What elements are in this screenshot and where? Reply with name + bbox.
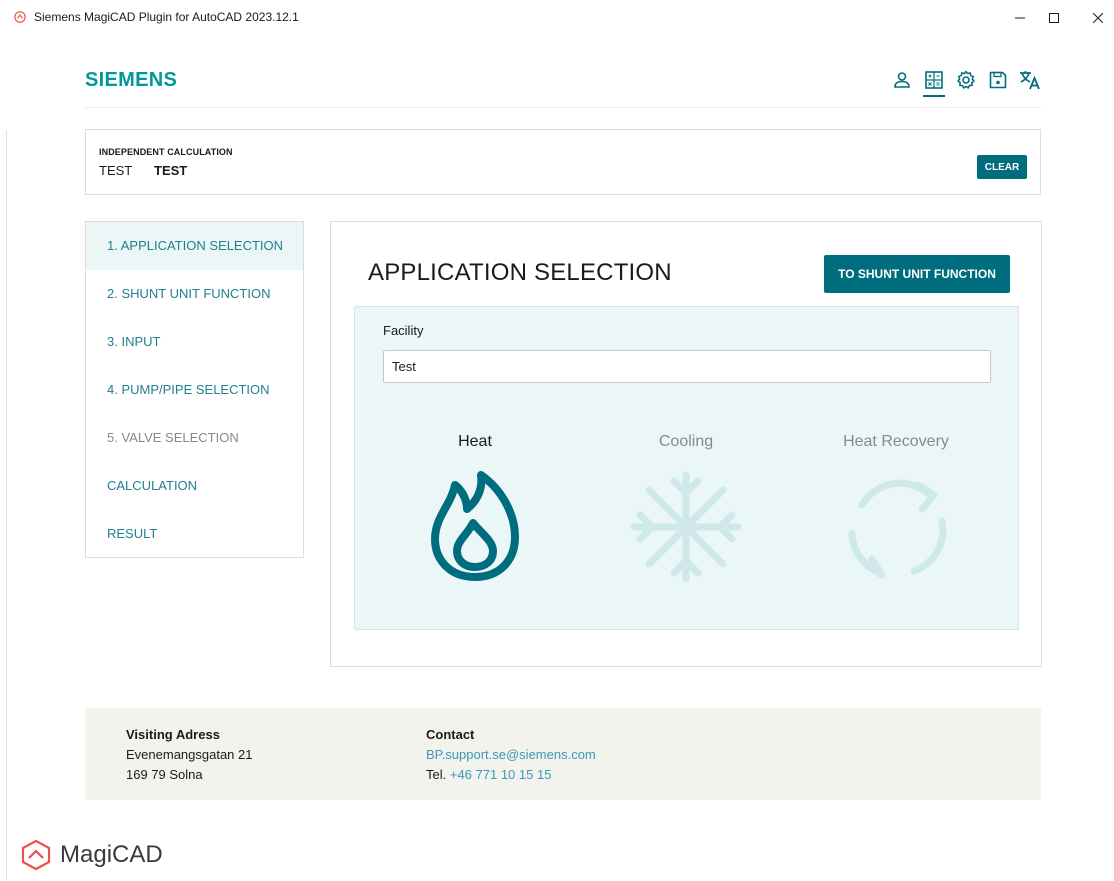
calculation-name-secondary: TEST — [154, 163, 188, 178]
recycle-icon — [848, 479, 947, 579]
magicad-logo-icon — [21, 839, 51, 871]
contact-info: Contact BP.support.se@siemens.com Tel. +… — [426, 725, 596, 785]
step-input[interactable]: 3. INPUT — [86, 318, 303, 366]
magicad-brand: MagiCAD — [20, 839, 163, 871]
contact-email-link[interactable]: BP.support.se@siemens.com — [426, 745, 596, 765]
minimize-icon — [1015, 17, 1025, 19]
calculator-icon[interactable] — [922, 68, 946, 97]
step-pump-pipe-selection[interactable]: 4. PUMP/PIPE SELECTION — [86, 366, 303, 414]
contact-phone-link[interactable]: +46 771 10 15 15 — [450, 767, 552, 782]
clear-button[interactable]: CLEAR — [977, 155, 1027, 179]
phone-prefix: Tel. — [426, 767, 447, 782]
step-result[interactable]: RESULT — [86, 510, 303, 558]
maximize-button[interactable] — [1039, 6, 1069, 30]
title-bar: Siemens MagiCAD Plugin for AutoCAD 2023.… — [0, 0, 1114, 34]
heat-label: Heat — [458, 433, 492, 450]
user-icon[interactable] — [890, 68, 914, 92]
close-icon — [1093, 13, 1103, 23]
application-heat-recovery[interactable]: Heat Recovery — [811, 433, 981, 583]
close-button[interactable] — [1083, 6, 1113, 30]
flame-icon — [431, 471, 519, 581]
contact-heading: Contact — [426, 727, 475, 742]
independent-calculation-card: INDEPENDENT CALCULATION TEST TEST CLEAR — [85, 129, 1041, 195]
application-selection-panel: APPLICATION SELECTION TO SHUNT UNIT FUNC… — [330, 221, 1042, 667]
calculation-name-primary: TEST — [99, 163, 133, 178]
heat-recovery-label: Heat Recovery — [843, 433, 949, 450]
settings-icon[interactable] — [954, 68, 978, 92]
facility-label: Facility — [383, 323, 424, 338]
visiting-heading: Visiting Adress — [126, 727, 220, 742]
snowflake-icon — [630, 471, 742, 583]
to-shunt-unit-function-button[interactable]: TO SHUNT UNIT FUNCTION — [824, 255, 1010, 293]
step-application-selection[interactable]: 1. APPLICATION SELECTION — [86, 222, 303, 270]
magicad-wordmark: MagiCAD — [60, 841, 163, 868]
facility-input[interactable] — [383, 350, 991, 383]
application-form: Facility Heat Cooling Heat Rec — [354, 306, 1019, 630]
application-cooling[interactable]: Cooling — [601, 433, 771, 583]
step-navigation: 1. APPLICATION SELECTION 2. SHUNT UNIT F… — [85, 221, 304, 558]
visiting-city: 169 79 Solna — [126, 767, 203, 782]
step-shunt-unit-function[interactable]: 2. SHUNT UNIT FUNCTION — [86, 270, 303, 318]
left-border — [6, 130, 7, 880]
calculation-caption: INDEPENDENT CALCULATION — [99, 147, 233, 157]
minimize-button[interactable] — [1005, 6, 1035, 30]
window-title: Siemens MagiCAD Plugin for AutoCAD 2023.… — [34, 10, 299, 24]
header-divider — [85, 107, 1041, 108]
translate-icon[interactable] — [1018, 68, 1042, 92]
page-title: APPLICATION SELECTION — [368, 259, 672, 286]
header-toolbar — [890, 66, 1042, 97]
siemens-logo: SIEMENS — [85, 69, 178, 91]
maximize-icon — [1049, 13, 1059, 23]
step-calculation[interactable]: CALCULATION — [86, 462, 303, 510]
visiting-street: Evenemangsgatan 21 — [126, 747, 253, 762]
visiting-address: Visiting Adress Evenemangsgatan 21 169 7… — [126, 725, 252, 785]
magicad-app-icon — [14, 11, 26, 23]
step-valve-selection: 5. VALVE SELECTION — [107, 430, 239, 445]
application-heat[interactable]: Heat — [390, 433, 560, 583]
footer: Visiting Adress Evenemangsgatan 21 169 7… — [85, 708, 1041, 800]
cooling-label: Cooling — [658, 433, 714, 450]
save-icon[interactable] — [986, 68, 1010, 92]
